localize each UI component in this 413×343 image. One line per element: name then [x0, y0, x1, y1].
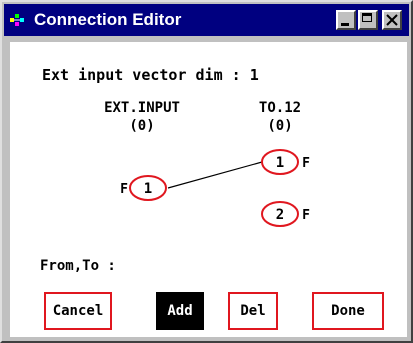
window-title: Connection Editor: [34, 10, 182, 29]
source-node-1-side-label: F: [120, 182, 128, 197]
target-node-1-side-label: F: [302, 156, 310, 171]
target-node-1[interactable]: 1: [261, 149, 299, 175]
connection-editor-window: Connection Editor Ext input vector dim :…: [0, 0, 413, 343]
close-button[interactable]: [382, 10, 402, 30]
cancel-button[interactable]: Cancel: [44, 292, 112, 330]
title-bar[interactable]: Connection Editor: [4, 4, 409, 36]
target-node-2[interactable]: 2: [261, 201, 299, 227]
target-node-2-side-label: F: [302, 208, 310, 223]
add-button[interactable]: Add: [156, 292, 204, 330]
app-icon: [10, 14, 24, 26]
close-icon: [386, 14, 398, 26]
target-node-2-number: 2: [276, 207, 284, 223]
maximize-button[interactable]: [358, 10, 378, 30]
editor-canvas: Ext input vector dim : 1 EXT.INPUT (0) T…: [10, 42, 407, 337]
source-node-1-number: 1: [144, 181, 152, 197]
minimize-button[interactable]: [336, 10, 356, 30]
connection-line: [167, 161, 263, 189]
from-to-label: From,To :: [40, 258, 116, 274]
delete-button[interactable]: Del: [228, 292, 278, 330]
target-node-1-number: 1: [276, 155, 284, 171]
source-node-1[interactable]: 1: [129, 175, 167, 201]
done-button[interactable]: Done: [312, 292, 384, 330]
